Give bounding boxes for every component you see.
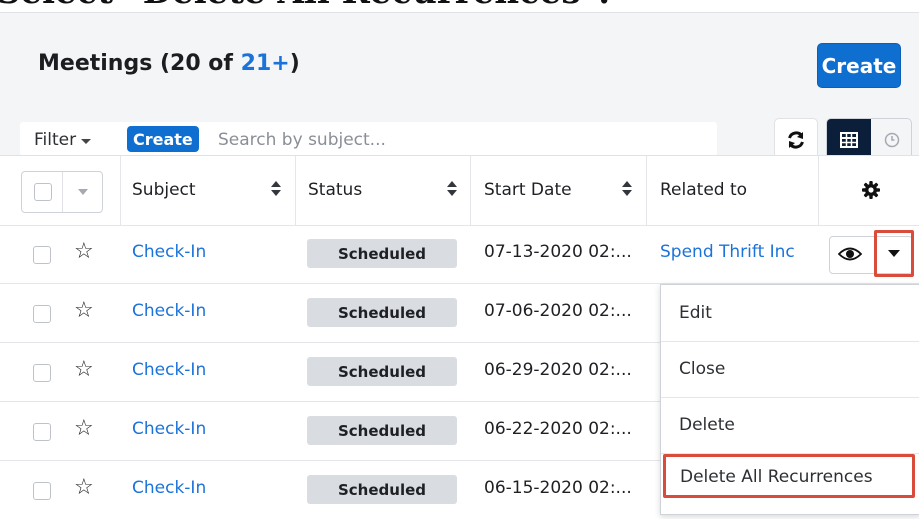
row-checkbox[interactable] bbox=[33, 482, 51, 500]
row-checkbox[interactable] bbox=[33, 246, 51, 264]
table-row: ☆ Check-In Scheduled 07-13-2020 02:... S… bbox=[0, 225, 919, 284]
status-badge: Scheduled bbox=[307, 239, 457, 268]
caret-down-icon bbox=[888, 250, 900, 257]
subject-link[interactable]: Check-In bbox=[132, 242, 206, 262]
menu-item-close[interactable]: Close bbox=[661, 341, 919, 398]
star-icon[interactable]: ☆ bbox=[74, 475, 94, 500]
star-icon[interactable]: ☆ bbox=[74, 239, 94, 264]
status-badge: Scheduled bbox=[307, 357, 457, 386]
menu-item-edit[interactable]: Edit bbox=[661, 285, 919, 342]
subject-link[interactable]: Check-In bbox=[132, 360, 206, 380]
refresh-icon bbox=[788, 131, 804, 149]
row-actions-dropdown-button[interactable] bbox=[874, 230, 914, 277]
list-view-icon bbox=[840, 132, 858, 148]
row-actions-menu: Edit Close Delete Delete All Recurrences bbox=[660, 284, 919, 515]
sort-icon[interactable] bbox=[622, 181, 632, 197]
row-checkbox[interactable] bbox=[33, 364, 51, 382]
row-checkbox[interactable] bbox=[33, 305, 51, 323]
start-date: 06-15-2020 02:... bbox=[484, 478, 632, 498]
column-header-related-to[interactable]: Related to bbox=[660, 180, 747, 200]
table-header-row: Subject Status Start Date Related to bbox=[0, 156, 919, 226]
star-icon[interactable]: ☆ bbox=[74, 416, 94, 441]
instruction-caption: Select "Delete All Recurrences". bbox=[0, 0, 610, 12]
start-date: 07-13-2020 02:... bbox=[484, 242, 632, 262]
filter-bar: Filter Create bbox=[20, 122, 717, 156]
menu-item-delete-all-recurrences[interactable]: Delete All Recurrences bbox=[663, 454, 915, 498]
page-title: Meetings (20 of 21+) bbox=[38, 51, 300, 76]
start-date: 06-29-2020 02:... bbox=[484, 360, 632, 380]
record-count-link[interactable]: 21+ bbox=[241, 51, 290, 76]
subject-link[interactable]: Check-In bbox=[132, 419, 206, 439]
column-header-start-date[interactable]: Start Date bbox=[484, 180, 572, 200]
gear-icon[interactable] bbox=[861, 180, 881, 200]
column-header-status[interactable]: Status bbox=[308, 180, 362, 200]
subject-link[interactable]: Check-In bbox=[132, 301, 206, 321]
filter-create-button[interactable]: Create bbox=[127, 126, 199, 152]
star-icon[interactable]: ☆ bbox=[74, 357, 94, 382]
related-to-link[interactable]: Spend Thrift Inc bbox=[660, 242, 795, 262]
status-badge: Scheduled bbox=[307, 416, 457, 445]
create-button[interactable]: Create bbox=[817, 43, 901, 88]
sort-icon[interactable] bbox=[447, 181, 457, 197]
sort-icon[interactable] bbox=[271, 181, 281, 197]
chevron-down-icon bbox=[81, 138, 92, 144]
status-badge: Scheduled bbox=[307, 298, 457, 327]
start-date: 07-06-2020 02:... bbox=[484, 301, 632, 321]
chevron-down-icon[interactable] bbox=[78, 189, 88, 195]
star-icon[interactable]: ☆ bbox=[74, 298, 94, 323]
row-checkbox[interactable] bbox=[33, 423, 51, 441]
search-input[interactable] bbox=[216, 127, 700, 153]
mass-select-control[interactable] bbox=[21, 171, 103, 213]
eye-icon[interactable] bbox=[838, 245, 862, 263]
column-header-subject[interactable]: Subject bbox=[132, 180, 196, 200]
clock-icon bbox=[884, 132, 899, 148]
start-date: 06-22-2020 02:... bbox=[484, 419, 632, 439]
select-all-checkbox[interactable] bbox=[34, 183, 52, 201]
status-badge: Scheduled bbox=[307, 475, 457, 504]
subject-link[interactable]: Check-In bbox=[132, 478, 206, 498]
menu-item-delete[interactable]: Delete bbox=[661, 397, 919, 454]
filter-dropdown[interactable]: Filter bbox=[34, 130, 92, 150]
